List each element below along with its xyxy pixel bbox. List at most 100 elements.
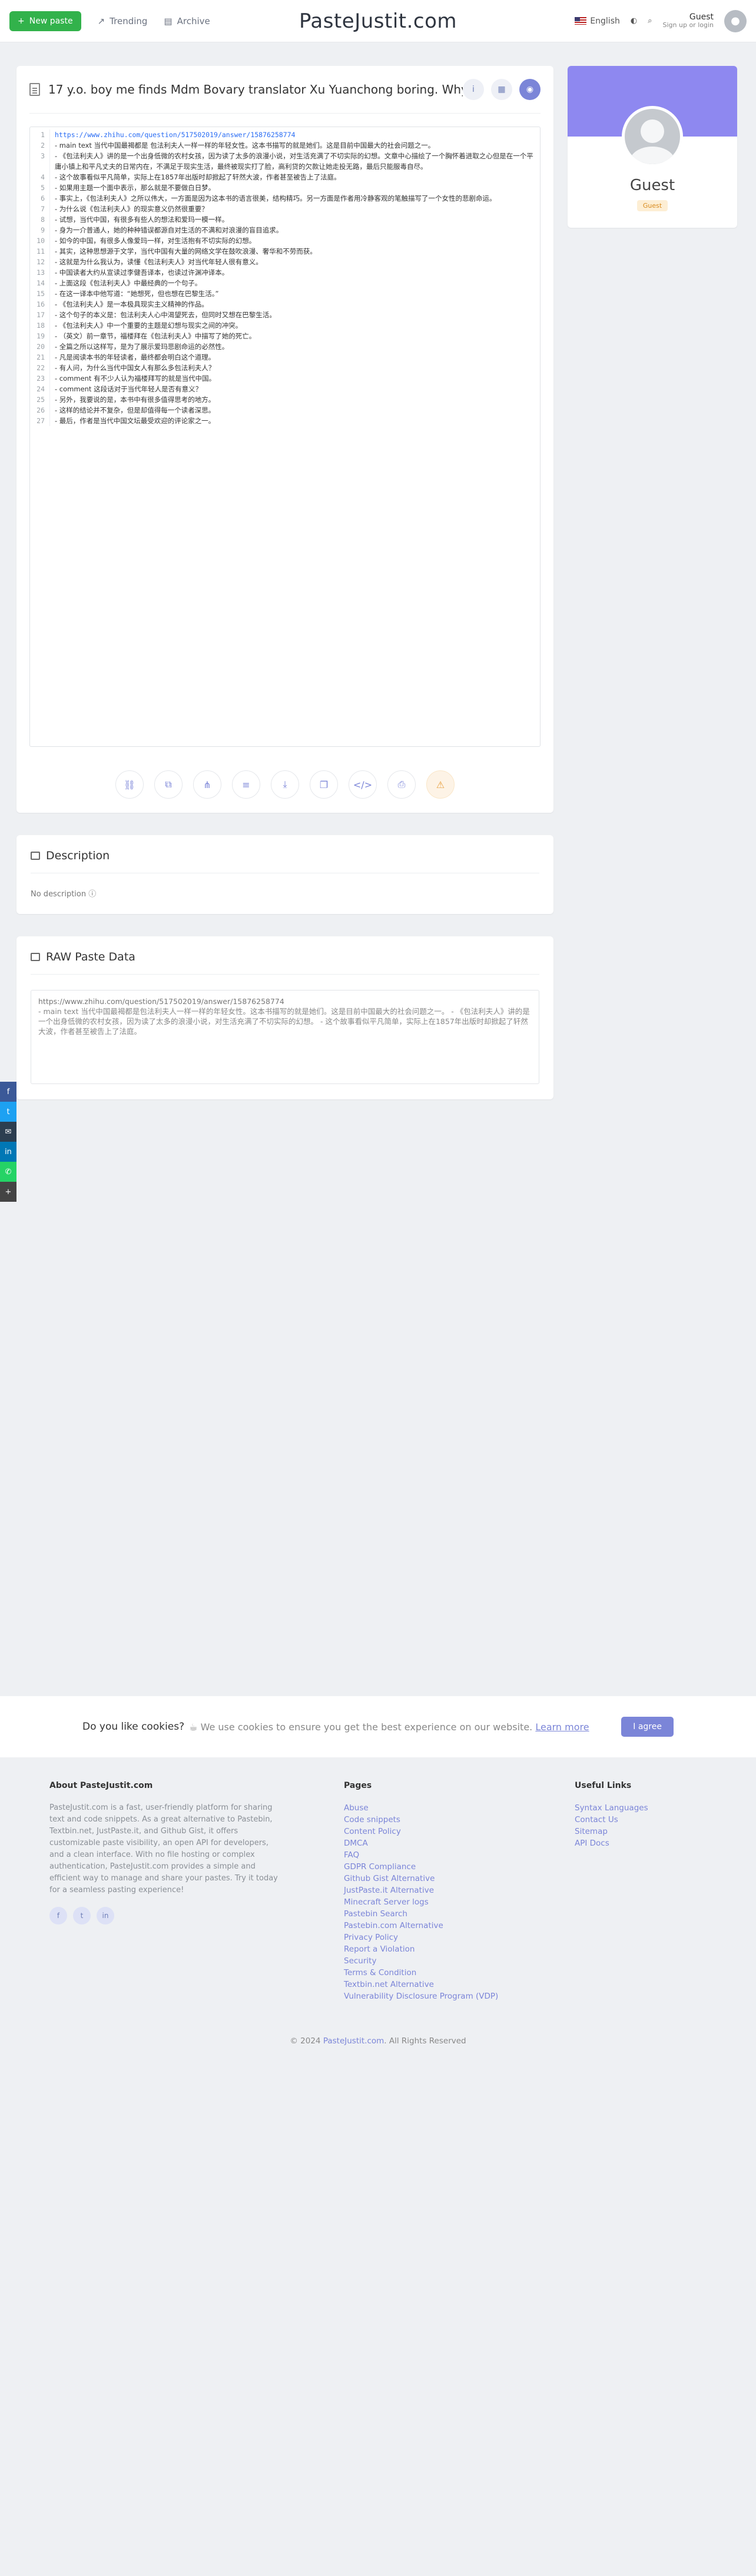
user-menu[interactable]: Guest Sign up or login xyxy=(663,13,714,29)
archive-icon: ▤ xyxy=(164,15,173,26)
print-button[interactable]: ⎙ xyxy=(387,770,416,799)
code-viewer[interactable]: 1 https://www.zhihu.com/question/51750201… xyxy=(29,127,541,747)
twitter-icon[interactable]: t xyxy=(0,1102,16,1122)
facebook-icon[interactable]: f xyxy=(49,1907,67,1924)
footer-page-link[interactable]: DMCA xyxy=(344,1837,575,1849)
code-line: 21 - 凡是阅读本书的年轻读者，最终都会明白这个道理。 xyxy=(30,352,540,363)
profile-card: Guest Guest xyxy=(568,66,737,228)
line-text: - 事实上，《包法利夫人》之所以伟大，一方面是因为这本书的语言很美，结构精巧。另… xyxy=(55,194,496,202)
code-line: 24 - comment 这段话对于当代年轻人是否有意义？ xyxy=(30,384,540,394)
report-button[interactable]: ⚠ xyxy=(426,770,455,799)
info-button[interactable]: i xyxy=(463,79,484,100)
line-number: 5 xyxy=(30,182,50,193)
code-line: 20 - 全篇之所以这样写，是为了展示爱玛悲剧命运的必然性。 xyxy=(30,341,540,352)
share-icon: ⋔ xyxy=(203,779,211,790)
line-text: - 这就是为什么我认为，读懂《包法利夫人》对当代年轻人很有意义。 xyxy=(55,258,263,266)
raw-icon: ≡ xyxy=(242,779,250,790)
footer-page-link[interactable]: Pastebin Search xyxy=(344,1908,575,1920)
footer-page-link[interactable]: Abuse xyxy=(344,1802,575,1814)
whatsapp-icon[interactable]: ✆ xyxy=(0,1162,16,1182)
line-text: - 身为一介普通人，她的种种错误都源自对生活的不满和对浪漫的盲目追求。 xyxy=(55,226,283,234)
clone-button[interactable]: ❐ xyxy=(310,770,338,799)
email-icon[interactable]: ✉ xyxy=(0,1122,16,1142)
warning-icon: ⚠ xyxy=(436,779,445,790)
us-flag-icon xyxy=(575,17,587,25)
line-text: - 这个句子的本义是：包法利夫人心中渴望死去，但同时又想在巴黎生活。 xyxy=(55,311,276,319)
download-button[interactable]: ⤓ xyxy=(271,770,299,799)
footer-page-link[interactable]: Report a Violation xyxy=(344,1943,575,1955)
footer-useful-link[interactable]: Sitemap xyxy=(575,1826,648,1837)
copy-button[interactable]: ⧉ xyxy=(154,770,183,799)
copyright-link[interactable]: PasteJustit.com xyxy=(323,2036,384,2046)
brand-logo[interactable]: PasteJustit.com xyxy=(299,9,457,33)
line-text: - 这个故事看似平凡简单，实际上在1857年出版时却掀起了轩然大波，作者甚至被告… xyxy=(55,173,341,181)
line-number: 10 xyxy=(30,235,50,246)
footer-page-link[interactable]: JustPaste.it Alternative xyxy=(344,1884,575,1896)
footer-useful-link[interactable]: Contact Us xyxy=(575,1814,648,1826)
line-text: - comment 有不少人认为福楼拜写的就是当代中国。 xyxy=(55,374,216,383)
raw-button[interactable]: ≡ xyxy=(232,770,260,799)
cookie-agree-button[interactable]: I agree xyxy=(621,1717,674,1737)
raw-paste-textarea[interactable]: https://www.zhihu.com/question/517502019… xyxy=(31,990,539,1084)
raw-paste-card: RAW Paste Data https://www.zhihu.com/que… xyxy=(16,936,553,1099)
footer: About PasteJustit.com PasteJustit.com is… xyxy=(0,1757,756,2069)
info-icon: ⓘ xyxy=(88,890,97,899)
footer-page-link[interactable]: Vulnerability Disclosure Program (VDP) xyxy=(344,1990,575,2002)
info-icon: i xyxy=(472,85,475,94)
share-icon[interactable]: + xyxy=(0,1182,16,1202)
footer-page-link[interactable]: FAQ xyxy=(344,1849,575,1861)
footer-useful-link[interactable]: Syntax Languages xyxy=(575,1802,648,1814)
footer-page-link[interactable]: Minecraft Server logs xyxy=(344,1896,575,1908)
theme-toggle-icon[interactable]: ◐ xyxy=(631,16,637,25)
language-selector[interactable]: English xyxy=(575,16,620,26)
footer-page-link[interactable]: GDPR Compliance xyxy=(344,1861,575,1873)
views-button[interactable]: ◉ xyxy=(519,79,541,100)
footer-page-link[interactable]: Github Gist Alternative xyxy=(344,1873,575,1884)
new-paste-button[interactable]: + New paste xyxy=(9,11,81,31)
footer-page-link[interactable]: Code snippets xyxy=(344,1814,575,1826)
line-text: - 最后，作者是当代中国文坛最受欢迎的评论家之一。 xyxy=(55,417,215,425)
footer-useful-link[interactable]: API Docs xyxy=(575,1837,648,1849)
line-number: 16 xyxy=(30,299,50,310)
footer-pages: Pages Abuse Code snippets Content Policy DM… xyxy=(344,1781,575,2002)
calendar-button[interactable]: ▦ xyxy=(491,79,512,100)
footer-page-link[interactable]: Textbin.net Alternative xyxy=(344,1979,575,1990)
footer-about: About PasteJustit.com PasteJustit.com is… xyxy=(49,1781,344,2002)
footer-page-link[interactable]: Terms & Condition xyxy=(344,1967,575,1979)
nav-archive[interactable]: ▤ Archive xyxy=(164,16,210,26)
code-line: 18 - 《包法利夫人》中一个重要的主题是幻想与现实之间的冲突。 xyxy=(30,320,540,331)
line-number: 25 xyxy=(30,394,50,405)
copy-link-button[interactable]: ⛓ xyxy=(115,770,144,799)
search-icon[interactable]: ⌕ xyxy=(648,16,652,25)
nav-trending[interactable]: ↗ Trending xyxy=(98,16,148,26)
footer-page-link[interactable]: Privacy Policy xyxy=(344,1932,575,1943)
line-text: https://www.zhihu.com/question/517502019… xyxy=(55,131,296,139)
role-badge: Guest xyxy=(637,200,668,211)
avatar[interactable]: ● xyxy=(724,9,747,32)
embed-button[interactable]: </> xyxy=(349,770,377,799)
footer-page-link[interactable]: Content Policy xyxy=(344,1826,575,1837)
plus-icon: + xyxy=(18,16,25,26)
clone-icon: ❐ xyxy=(319,779,329,790)
code-line: 12 - 这就是为什么我认为，读懂《包法利夫人》对当代年轻人很有意义。 xyxy=(30,257,540,267)
facebook-icon[interactable]: f xyxy=(0,1082,16,1102)
line-number: 7 xyxy=(30,204,50,214)
avatar[interactable] xyxy=(622,106,683,167)
line-text: - 《包法利夫人》中一个重要的主题是幻想与现实之间的冲突。 xyxy=(55,321,243,330)
line-number: 17 xyxy=(30,310,50,320)
footer-page-link[interactable]: Pastebin.com Alternative xyxy=(344,1920,575,1932)
eye-icon: ◉ xyxy=(526,85,534,94)
twitter-icon[interactable]: t xyxy=(73,1907,91,1924)
footer-page-link[interactable]: Security xyxy=(344,1955,575,1967)
linkedin-icon[interactable]: in xyxy=(0,1142,16,1162)
top-navbar: + New paste ↗ Trending ▤ Archive PasteJu… xyxy=(0,0,756,42)
share-button[interactable]: ⋔ xyxy=(193,770,221,799)
learn-more-link[interactable]: Learn more xyxy=(535,1721,589,1733)
profile-name[interactable]: Guest xyxy=(568,177,737,194)
paste-header: 17 y.o. boy me finds Mdm Bovary translat… xyxy=(29,79,541,114)
line-text: - 如今的中国，有很多人像爱玛一样，对生活抱有不切实际的幻想。 xyxy=(55,237,256,245)
code-line: 3 - 《包法利夫人》讲的是一个出身低微的农村女孩，因为读了太多的浪漫小说，对生活… xyxy=(30,151,540,172)
cookie-question: Do you like cookies? xyxy=(82,1721,185,1733)
linkedin-icon[interactable]: in xyxy=(97,1907,114,1924)
code-icon: </> xyxy=(353,779,373,790)
